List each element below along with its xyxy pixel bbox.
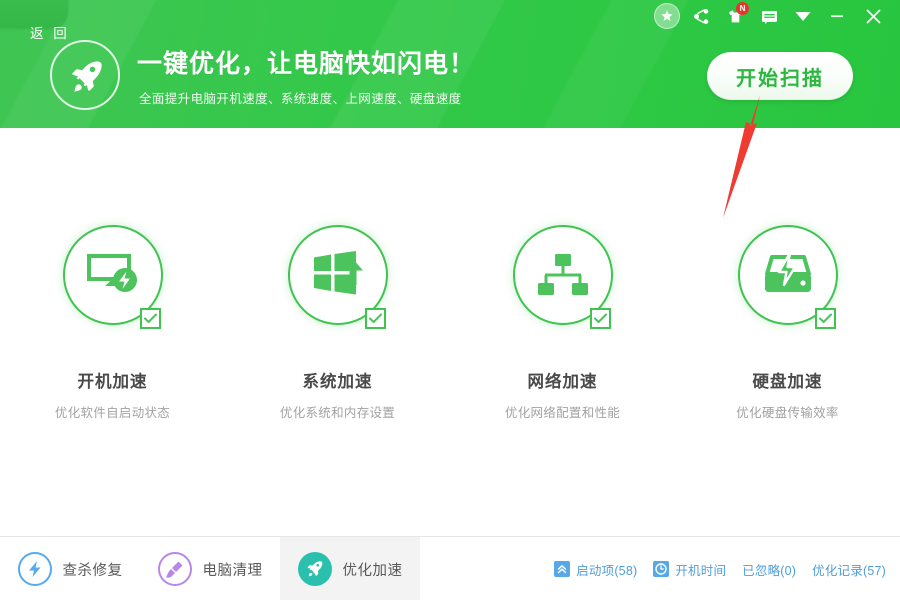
chevron-up-box-icon: [554, 561, 570, 577]
link-ignored[interactable]: 已忽略(0): [742, 560, 796, 579]
card-disk-speedup-title: 硬盘加速: [675, 368, 900, 392]
window-toolbar: N: [650, 0, 892, 32]
skin-button[interactable]: N: [718, 0, 752, 32]
check-icon: [369, 313, 382, 324]
link-startup-items-label: 启动项(58): [576, 560, 637, 579]
rocket-icon: [298, 552, 332, 586]
card-system-speedup-desc: 优化系统和内存设置: [225, 402, 450, 421]
back-button-label: 返 回: [30, 22, 70, 42]
nav-item-scan-repair-label: 查杀修复: [63, 559, 123, 580]
card-boot-speedup-desc: 优化软件自启动状态: [0, 402, 225, 421]
start-scan-button[interactable]: 开始扫描: [707, 52, 853, 100]
chevron-down-icon: [794, 9, 812, 24]
footer-bar: 查杀修复 电脑清理: [0, 536, 900, 600]
minimize-button[interactable]: [820, 0, 854, 32]
harddisk-bolt-icon: [759, 252, 817, 298]
nav-item-optimize-label: 优化加速: [343, 559, 403, 580]
nav-item-pc-clean[interactable]: 电脑清理: [140, 537, 280, 600]
footer-links: 启动项(58) 开机时间 已忽略(0) 优化: [554, 537, 886, 600]
new-badge: N: [736, 2, 749, 15]
card-system-speedup[interactable]: 系统加速 优化系统和内存设置: [225, 128, 450, 536]
card-boot-speedup-title: 开机加速: [0, 368, 225, 392]
header-subtitle: 全面提升电脑开机速度、系统速度、上网速度、硬盘速度: [139, 88, 462, 107]
bolt-glyph: [27, 560, 43, 578]
check-icon: [594, 313, 607, 324]
check-icon: [819, 313, 832, 324]
start-scan-button-label: 开始扫描: [736, 62, 824, 91]
chevron-up-glyph: [557, 564, 567, 574]
message-icon: [761, 9, 778, 24]
rocket-logo: [50, 40, 120, 110]
card-network-speedup-checkbox[interactable]: [590, 308, 611, 329]
clock-glyph: [655, 563, 667, 575]
card-disk-speedup[interactable]: 硬盘加速 优化硬盘传输效率: [675, 128, 900, 536]
link-optimize-records-label: 优化记录(57): [812, 560, 886, 579]
close-button[interactable]: [854, 0, 892, 32]
nav-item-scan-repair[interactable]: 查杀修复: [0, 537, 140, 600]
nav-item-pc-clean-label: 电脑清理: [203, 559, 263, 580]
medal-button[interactable]: [650, 0, 684, 32]
link-optimize-records[interactable]: 优化记录(57): [812, 560, 886, 579]
link-boot-time-label: 开机时间: [675, 560, 726, 579]
card-system-speedup-title: 系统加速: [225, 368, 450, 392]
brush-icon: [158, 552, 192, 586]
bolt-icon: [18, 552, 52, 586]
medal-icon: [654, 3, 680, 29]
main-menu-button[interactable]: [786, 0, 820, 32]
app-window: 返 回 一键优化，让电脑快如闪电！ 全面提升电脑开机速度、系统速度、上网速度、硬…: [0, 0, 900, 600]
network-topology-icon: [536, 252, 590, 298]
optimize-card-grid: 开机加速 优化软件自启动状态: [0, 128, 900, 536]
share-icon: [693, 8, 710, 25]
link-boot-time[interactable]: 开机时间: [653, 560, 726, 579]
windows-arrow-up-icon: [311, 251, 365, 299]
header-banner: 返 回 一键优化，让电脑快如闪电！ 全面提升电脑开机速度、系统速度、上网速度、硬…: [0, 0, 900, 128]
check-icon: [144, 313, 157, 324]
nav-item-optimize[interactable]: 优化加速: [280, 537, 420, 600]
header-title: 一键优化，让电脑快如闪电！: [137, 44, 475, 80]
brush-glyph: [165, 560, 184, 579]
card-system-speedup-checkbox[interactable]: [365, 308, 386, 329]
card-disk-speedup-desc: 优化硬盘传输效率: [675, 402, 900, 421]
star-icon: [660, 9, 674, 23]
card-network-speedup[interactable]: 网络加速 优化网络配置和性能: [450, 128, 675, 536]
card-disk-speedup-checkbox[interactable]: [815, 308, 836, 329]
rocket-icon: [67, 57, 107, 97]
main-nav: 查杀修复 电脑清理: [0, 537, 420, 600]
link-ignored-label: 已忽略(0): [742, 560, 796, 579]
rocket-glyph: [305, 559, 325, 579]
card-boot-speedup[interactable]: 开机加速 优化软件自启动状态: [0, 128, 225, 536]
monitor-bolt-icon: [85, 250, 141, 300]
card-network-speedup-title: 网络加速: [450, 368, 675, 392]
share-button[interactable]: [684, 0, 718, 32]
link-startup-items[interactable]: 启动项(58): [554, 560, 637, 579]
card-boot-speedup-checkbox[interactable]: [140, 308, 161, 329]
minimize-icon: [829, 8, 845, 24]
clock-icon: [653, 561, 669, 577]
feedback-button[interactable]: [752, 0, 786, 32]
close-icon: [864, 7, 883, 26]
card-network-speedup-desc: 优化网络配置和性能: [450, 402, 675, 421]
